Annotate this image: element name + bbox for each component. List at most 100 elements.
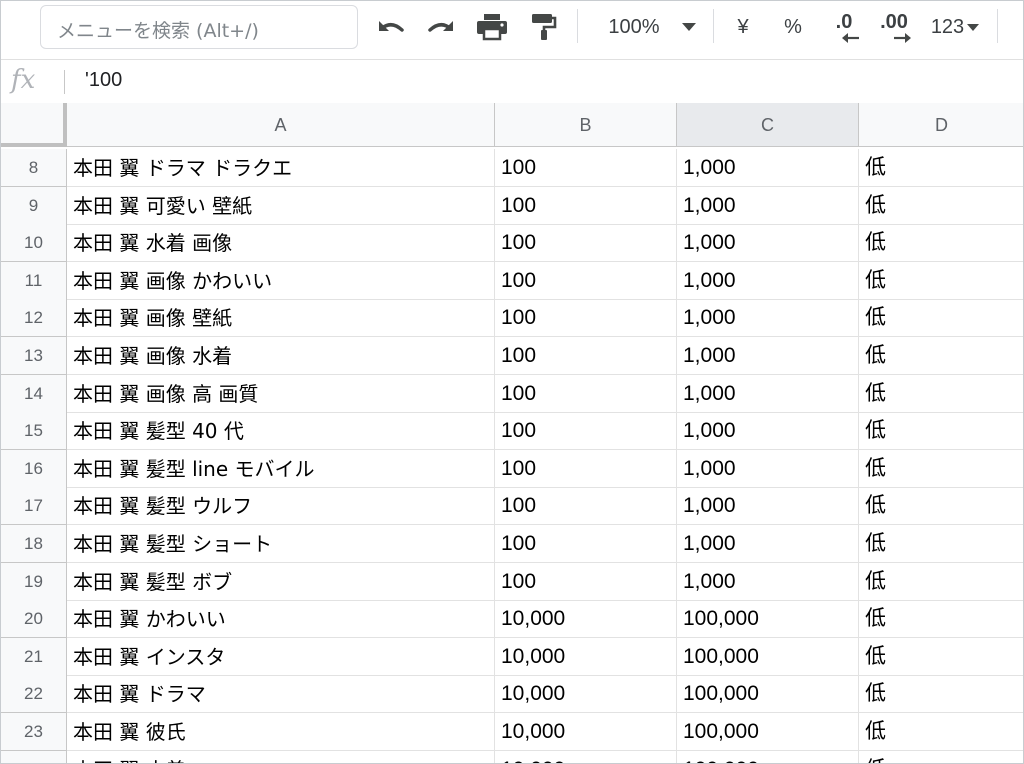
cell-d[interactable]: 低 — [859, 525, 1023, 563]
cell-d[interactable]: 低 — [859, 149, 1023, 187]
cell-b[interactable]: 100 — [495, 562, 677, 601]
cell-b[interactable]: 10,000 — [495, 637, 677, 676]
redo-button[interactable] — [423, 7, 459, 47]
column-header-d[interactable]: D — [859, 103, 1023, 147]
row-header[interactable]: 8 — [1, 149, 67, 187]
row-header[interactable]: 9 — [1, 186, 67, 225]
cell-c[interactable]: 100,000 — [677, 750, 859, 763]
column-header-a[interactable]: A — [67, 103, 495, 147]
cell-b[interactable]: 100 — [495, 261, 677, 300]
cell-b[interactable]: 100 — [495, 299, 677, 338]
cell-c[interactable]: 1,000 — [677, 449, 859, 488]
row-header[interactable]: 22 — [1, 675, 67, 714]
column-header-b[interactable]: B — [495, 103, 677, 147]
cell-a[interactable]: 本田 翼 髪型 ボブ — [67, 562, 495, 601]
row-header[interactable]: 13 — [1, 337, 67, 375]
increase-decimal-button[interactable]: .00 — [873, 7, 915, 47]
cell-a[interactable]: 本田 翼 水着 — [67, 750, 495, 763]
cell-a[interactable]: 本田 翼 髪型 ショート — [67, 525, 495, 563]
cell-a[interactable]: 本田 翼 画像 水着 — [67, 337, 495, 375]
cell-a[interactable]: 本田 翼 ドラマ — [67, 675, 495, 714]
cell-d[interactable]: 低 — [859, 299, 1023, 338]
formula-input[interactable]: '100 — [85, 69, 122, 92]
zoom-select[interactable]: 100% — [597, 7, 707, 47]
cell-c[interactable]: 100,000 — [677, 600, 859, 639]
percent-format-button[interactable]: % — [779, 7, 807, 47]
cell-c[interactable]: 1,000 — [677, 525, 859, 563]
cell-d[interactable]: 低 — [859, 337, 1023, 375]
cell-d[interactable]: 低 — [859, 187, 1023, 225]
decrease-decimal-button[interactable]: .0 — [827, 7, 861, 47]
number-format-select[interactable]: 123 — [925, 7, 985, 47]
row-header[interactable]: 19 — [1, 562, 67, 601]
cell-b[interactable]: 100 — [495, 149, 677, 187]
cell-b[interactable]: 100 — [495, 412, 677, 451]
row-header[interactable]: 17 — [1, 487, 67, 526]
cell-b[interactable]: 100 — [495, 525, 677, 563]
row-header[interactable]: 20 — [1, 600, 67, 639]
cell-a[interactable]: 本田 翼 画像 かわいい — [67, 261, 495, 300]
cell-d[interactable]: 低 — [859, 412, 1023, 451]
row-header[interactable]: 16 — [1, 449, 67, 488]
paint-format-button[interactable] — [527, 7, 561, 47]
cell-d[interactable]: 低 — [859, 487, 1023, 526]
row-header[interactable]: 21 — [1, 637, 67, 676]
cell-c[interactable]: 1,000 — [677, 487, 859, 526]
currency-format-button[interactable]: ¥ — [729, 7, 757, 47]
cell-d[interactable]: 低 — [859, 224, 1023, 263]
cell-b[interactable]: 100 — [495, 186, 677, 225]
column-header-c[interactable]: C — [677, 103, 859, 147]
cell-c[interactable]: 1,000 — [677, 186, 859, 225]
cell-a[interactable]: 本田 翼 かわいい — [67, 600, 495, 639]
cell-a[interactable]: 本田 翼 画像 壁紙 — [67, 299, 495, 338]
cell-c[interactable]: 100,000 — [677, 713, 859, 751]
cell-c[interactable]: 1,000 — [677, 299, 859, 338]
cell-c[interactable]: 1,000 — [677, 261, 859, 300]
cell-a[interactable]: 本田 翼 髪型 40 代 — [67, 412, 495, 451]
cell-b[interactable]: 100 — [495, 224, 677, 263]
cell-b[interactable]: 100 — [495, 374, 677, 413]
cell-d[interactable]: 低 — [859, 563, 1023, 601]
cell-d[interactable]: 低 — [859, 713, 1023, 751]
cell-c[interactable]: 1,000 — [677, 374, 859, 413]
cell-b[interactable]: 100 — [495, 449, 677, 488]
row-header[interactable]: 23 — [1, 713, 67, 751]
cell-d[interactable]: 低 — [859, 675, 1023, 714]
cell-a[interactable]: 本田 翼 彼氏 — [67, 713, 495, 751]
cell-c[interactable]: 100,000 — [677, 637, 859, 676]
print-button[interactable] — [473, 7, 511, 47]
cell-d[interactable]: 低 — [859, 262, 1023, 300]
cell-d[interactable]: 低 — [859, 751, 1023, 763]
cell-c[interactable]: 1,000 — [677, 149, 859, 187]
cell-c[interactable]: 1,000 — [677, 224, 859, 263]
row-header[interactable]: 11 — [1, 261, 67, 300]
cell-c[interactable]: 100,000 — [677, 675, 859, 714]
cell-c[interactable]: 1,000 — [677, 412, 859, 451]
cell-b[interactable]: 10,000 — [495, 713, 677, 751]
cell-b[interactable]: 10,000 — [495, 750, 677, 763]
row-header[interactable]: 14 — [1, 374, 67, 413]
cell-a[interactable]: 本田 翼 水着 画像 — [67, 224, 495, 263]
menu-search-input[interactable]: メニューを検索 (Alt+/) — [40, 5, 358, 49]
cell-b[interactable]: 100 — [495, 337, 677, 375]
row-header[interactable]: 12 — [1, 299, 67, 338]
cell-a[interactable]: 本田 翼 髪型 line モバイル — [67, 449, 495, 488]
cell-a[interactable]: 本田 翼 髪型 ウルフ — [67, 487, 495, 526]
cell-d[interactable]: 低 — [859, 450, 1023, 488]
cell-a[interactable]: 本田 翼 画像 高 画質 — [67, 374, 495, 413]
cell-a[interactable]: 本田 翼 ドラマ ドラクエ — [67, 149, 495, 187]
cell-d[interactable]: 低 — [859, 600, 1023, 639]
cell-d[interactable]: 低 — [859, 375, 1023, 413]
cell-b[interactable]: 10,000 — [495, 675, 677, 714]
row-header[interactable]: 15 — [1, 412, 67, 451]
undo-button[interactable] — [373, 7, 409, 47]
cell-a[interactable]: 本田 翼 インスタ — [67, 637, 495, 676]
cell-d[interactable]: 低 — [859, 638, 1023, 676]
row-header[interactable]: 18 — [1, 525, 67, 563]
cell-b[interactable]: 10,000 — [495, 600, 677, 639]
row-header[interactable]: 10 — [1, 224, 67, 263]
cell-c[interactable]: 1,000 — [677, 337, 859, 375]
select-all-corner[interactable] — [1, 103, 67, 147]
row-header[interactable]: 24 — [1, 750, 67, 763]
cell-c[interactable]: 1,000 — [677, 562, 859, 601]
